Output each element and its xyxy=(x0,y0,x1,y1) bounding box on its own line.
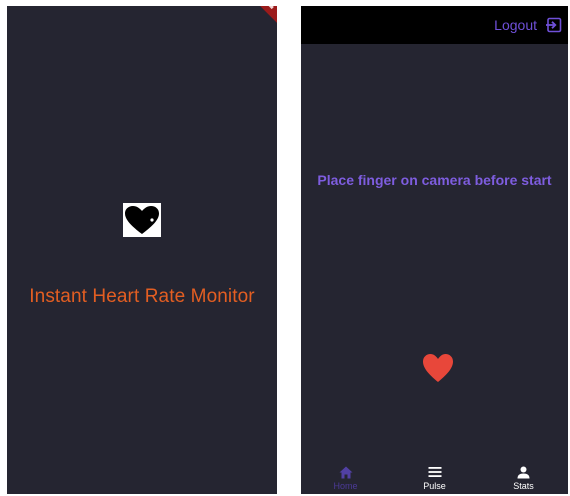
nav-label-pulse: Pulse xyxy=(423,481,446,491)
nav-label-stats: Stats xyxy=(513,481,534,491)
instruction-text: Place finger on camera before start xyxy=(317,172,552,188)
nav-item-stats[interactable]: Stats xyxy=(479,462,568,494)
monitor-screen: Logout Place finger on camera before sta… xyxy=(301,6,568,494)
bottom-navigation: Home Pulse Stats xyxy=(301,462,568,494)
app-bar: Logout xyxy=(301,6,568,44)
splash-logo xyxy=(123,203,161,237)
logout-icon xyxy=(546,17,562,33)
home-icon xyxy=(338,464,354,480)
menu-icon xyxy=(427,464,443,480)
nav-item-home[interactable]: Home xyxy=(301,462,390,494)
nav-label-home: Home xyxy=(333,481,358,491)
debug-banner xyxy=(249,6,277,29)
logout-button[interactable]: Logout xyxy=(494,15,562,35)
logout-label: Logout xyxy=(494,17,537,33)
splash-screen: Instant Heart Rate Monitor xyxy=(7,6,277,494)
splash-title: Instant Heart Rate Monitor xyxy=(29,286,255,307)
nav-item-pulse[interactable]: Pulse xyxy=(390,462,479,494)
person-icon xyxy=(516,464,532,480)
heart-icon xyxy=(125,206,159,234)
heart-icon[interactable] xyxy=(422,353,454,383)
